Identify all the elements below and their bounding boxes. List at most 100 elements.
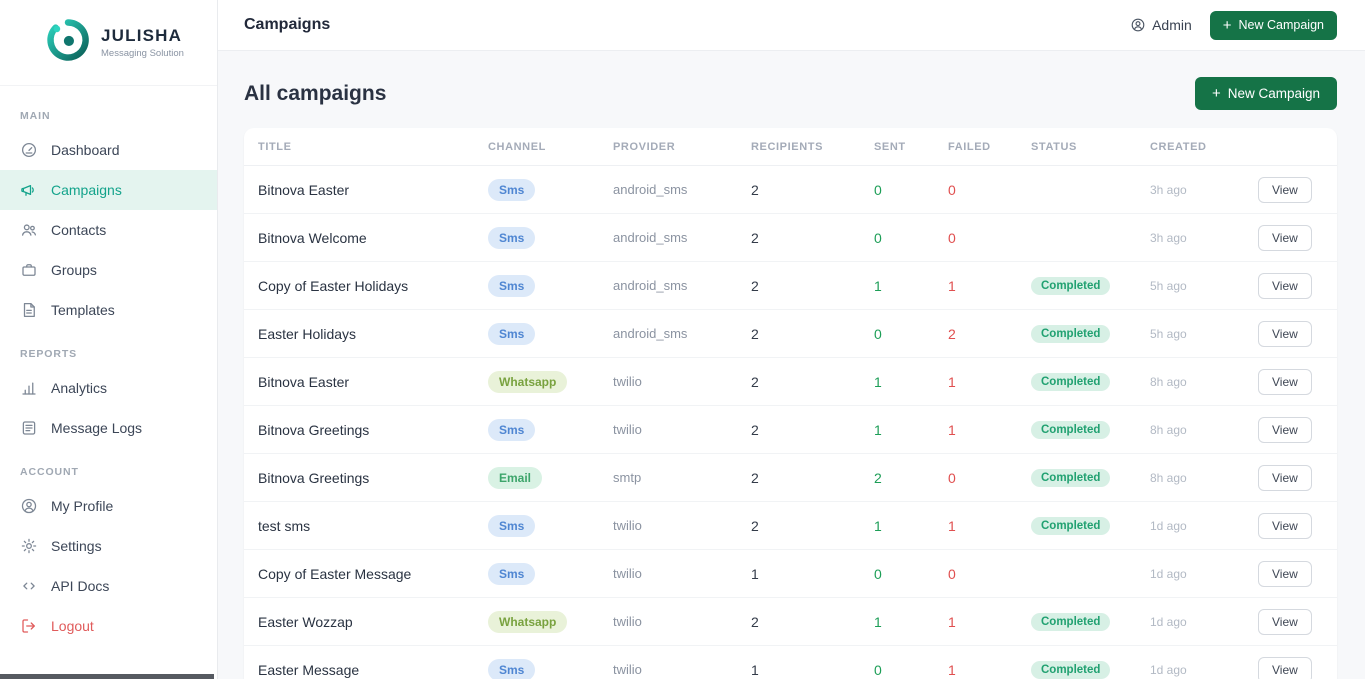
table-row: Bitnova Greetings Email smtp 2 2 0 Completed 8h… (244, 454, 1337, 502)
cell-channel: Sms (488, 274, 613, 297)
table-row: Copy of Easter Holidays Sms android_sms 2 1 1… (244, 262, 1337, 310)
cell-failed: 2 (948, 325, 956, 342)
sidebar-item-label: Campaigns (51, 182, 122, 198)
column-header-channel: CHANNEL (488, 140, 546, 153)
section-label-main: MAIN (20, 110, 51, 122)
user-circle-icon (1130, 17, 1146, 33)
sidebar-item-logout[interactable]: Logout (0, 606, 217, 646)
section-label-reports: REPORTS (20, 348, 78, 360)
view-button[interactable]: View (1258, 560, 1312, 587)
sidebar: JULISHA Messaging Solution MAIN Dashboard… (0, 0, 218, 679)
cell-sent: 1 (874, 517, 882, 534)
cell-channel: Sms (488, 322, 613, 345)
new-campaign-button-main[interactable]: + New Campaign (1194, 77, 1337, 110)
view-button[interactable]: View (1258, 416, 1312, 443)
cell-status: Completed (1031, 420, 1150, 439)
cell-actions: View (1258, 272, 1337, 299)
sidebar-item-label: Groups (51, 262, 97, 278)
content-area: Campaigns Admin + New Campaign All campa… (218, 0, 1365, 679)
cell-provider: android_sms (613, 182, 688, 197)
cell-actions: View (1258, 176, 1337, 203)
sidebar-item-my-profile[interactable]: My Profile (0, 486, 217, 526)
sidebar-item-label: API Docs (51, 578, 110, 594)
dashboard-icon (20, 141, 38, 159)
sidebar-item-groups[interactable]: Groups (0, 250, 217, 290)
view-button[interactable]: View (1258, 368, 1312, 395)
sidebar-item-contacts[interactable]: Contacts (0, 210, 217, 250)
cell-provider: twilio (613, 662, 642, 677)
cell-title: test sms (258, 517, 311, 534)
view-button[interactable]: View (1258, 320, 1312, 347)
page-title: Campaigns (244, 16, 331, 33)
cell-created: 1d ago (1150, 518, 1187, 533)
cell-created: 1d ago (1150, 662, 1187, 677)
cell-title: Bitnova Easter (258, 373, 350, 390)
swirl-logo (44, 16, 92, 69)
cell-status: Completed (1031, 612, 1150, 631)
cell-channel: Whatsapp (488, 610, 613, 633)
channel-badge: Whatsapp (488, 610, 568, 633)
channel-badge: Sms (488, 514, 536, 537)
cell-recipients: 2 (751, 229, 759, 246)
cell-sent: 1 (874, 613, 882, 630)
cell-recipients: 2 (751, 613, 759, 630)
status-badge: Completed (1031, 517, 1111, 535)
view-button[interactable]: View (1258, 512, 1312, 539)
cell-failed: 1 (948, 661, 956, 678)
cell-actions: View (1258, 608, 1337, 635)
bar-chart-icon (20, 379, 38, 397)
cell-recipients: 2 (751, 421, 759, 438)
view-button[interactable]: View (1258, 608, 1312, 635)
cell-title: Easter Wozzap (258, 613, 353, 630)
cell-created: 1d ago (1150, 614, 1187, 629)
column-header-sent: SENT (874, 140, 906, 153)
logout-icon (20, 617, 38, 635)
topbar-right: Admin + New Campaign (1130, 10, 1337, 40)
cell-failed: 1 (948, 517, 956, 534)
logs-icon (20, 419, 38, 437)
view-button[interactable]: View (1258, 464, 1312, 491)
sidebar-item-dashboard[interactable]: Dashboard (0, 130, 217, 170)
cell-failed: 0 (948, 565, 956, 582)
column-header-title: TITLE (258, 140, 292, 153)
cell-created: 5h ago (1150, 326, 1187, 341)
document-icon (20, 301, 38, 319)
cell-failed: 1 (948, 373, 956, 390)
view-button[interactable]: View (1258, 272, 1312, 299)
cell-sent: 0 (874, 565, 882, 582)
cell-status: Completed (1031, 468, 1150, 487)
cell-title: Bitnova Welcome (258, 229, 367, 246)
sidebar-item-analytics[interactable]: Analytics (0, 368, 217, 408)
cell-failed: 1 (948, 277, 956, 294)
horizontal-scrollbar[interactable] (0, 674, 214, 679)
code-icon (20, 577, 38, 595)
sidebar-item-templates[interactable]: Templates (0, 290, 217, 330)
cell-sent: 0 (874, 229, 882, 246)
cell-failed: 1 (948, 613, 956, 630)
cell-recipients: 2 (751, 181, 759, 198)
cell-status: Completed (1031, 516, 1150, 535)
cell-channel: Sms (488, 514, 613, 537)
column-header-provider: PROVIDER (613, 140, 676, 153)
view-button[interactable]: View (1258, 176, 1312, 203)
sidebar-item-campaigns[interactable]: Campaigns (0, 170, 217, 210)
sidebar-item-message-logs[interactable]: Message Logs (0, 408, 217, 448)
cell-title: Easter Message (258, 661, 360, 678)
gear-icon (20, 537, 38, 555)
view-button[interactable]: View (1258, 656, 1312, 679)
sidebar-item-settings[interactable]: Settings (0, 526, 217, 566)
new-campaign-button-top[interactable]: + New Campaign (1209, 10, 1337, 40)
cell-failed: 1 (948, 421, 956, 438)
cell-sent: 1 (874, 277, 882, 294)
view-button[interactable]: View (1258, 224, 1312, 251)
cell-recipients: 2 (751, 517, 759, 534)
cell-provider: twilio (613, 614, 642, 629)
cell-created: 8h ago (1150, 422, 1187, 437)
sidebar-item-api-docs[interactable]: API Docs (0, 566, 217, 606)
admin-user-chip[interactable]: Admin (1130, 17, 1192, 33)
brand-tagline: Messaging Solution (101, 48, 184, 59)
sidebar-item-label: Message Logs (51, 420, 143, 436)
plus-icon: + (1222, 16, 1232, 34)
cell-sent: 2 (874, 469, 882, 486)
cell-channel: Sms (488, 226, 613, 249)
